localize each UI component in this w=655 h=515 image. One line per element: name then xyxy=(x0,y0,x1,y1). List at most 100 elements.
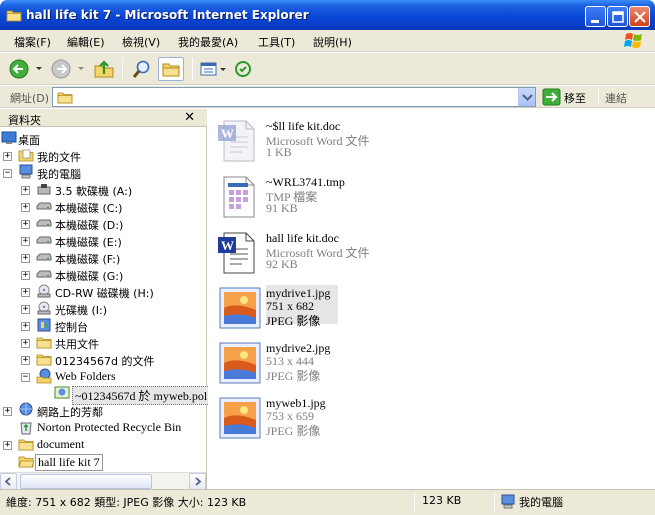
status-details: 維度: 751 x 682 類型: JPEG 影像 大小: 123 KB xyxy=(6,496,247,509)
forward-arrow-icon xyxy=(51,59,84,79)
address-input[interactable] xyxy=(52,87,536,107)
my-computer-icon xyxy=(501,494,515,509)
cd-drive-icon xyxy=(37,301,51,315)
tree-item-my-computer[interactable]: − 我的電腦 xyxy=(0,164,200,181)
sync-button[interactable] xyxy=(232,57,254,81)
jpeg-image-icon xyxy=(219,287,261,329)
links-button[interactable]: 連結 xyxy=(605,90,627,106)
expand-toggle[interactable]: + xyxy=(21,288,30,297)
collapse-toggle[interactable]: − xyxy=(3,169,12,178)
cd-drive-icon xyxy=(37,284,51,298)
folders-pane: 資料夾 ✕ 桌面 + 我的文件 − 我的電腦 + 3.5 軟碟機 (A:) + … xyxy=(0,109,211,490)
tree-item-my-documents[interactable]: + 我的文件 xyxy=(0,147,200,164)
menu-view[interactable]: 檢視(V) xyxy=(122,34,160,50)
file-item[interactable]: ~WRL3741.tmp TMP 檔案 91 KB xyxy=(216,173,476,229)
sync-icon xyxy=(235,61,251,77)
forward-button[interactable] xyxy=(50,57,86,81)
tree-label: 光碟機 (I:) xyxy=(55,304,108,317)
menu-file[interactable]: 檔案(F) xyxy=(14,34,51,50)
expand-toggle[interactable]: + xyxy=(3,407,12,416)
tree-item-user-documents[interactable]: + 01234567d 的文件 xyxy=(0,351,200,368)
tree-label: Web Folders xyxy=(55,369,116,383)
tmp-file-icon xyxy=(223,176,255,218)
tree-item-floppy-a[interactable]: + 3.5 軟碟機 (A:) xyxy=(0,181,200,198)
menu-favorites[interactable]: 我的最愛(A) xyxy=(178,34,238,50)
tree-item-shared-documents[interactable]: + 共用文件 xyxy=(0,334,200,351)
tree-item-desktop[interactable]: 桌面 xyxy=(0,130,200,147)
expand-toggle[interactable]: + xyxy=(3,441,12,450)
expand-toggle[interactable]: + xyxy=(21,322,30,331)
tree-item-local-disk-e[interactable]: + 本機磁碟 (E:) xyxy=(0,232,200,249)
scroll-right-button[interactable] xyxy=(189,473,206,490)
expand-toggle[interactable]: + xyxy=(21,220,30,229)
tree-label: 控制台 xyxy=(55,321,88,334)
title-bar[interactable]: hall life kit 7 - Microsoft Internet Exp… xyxy=(0,0,655,30)
tree-label: 本機磁碟 (E:) xyxy=(55,236,122,249)
file-size: 91 KB xyxy=(266,201,298,215)
tree-label: 01234567d 的文件 xyxy=(55,355,155,368)
tree-item-cd-i[interactable]: + 光碟機 (I:) xyxy=(0,300,200,317)
file-list-pane: W ~$ll life kit.doc Microsoft Word 文件 1 … xyxy=(208,109,655,489)
expand-toggle[interactable]: + xyxy=(21,254,30,263)
expand-toggle[interactable]: + xyxy=(21,203,30,212)
tree-item-local-disk-g[interactable]: + 本機磁碟 (G:) xyxy=(0,266,200,283)
tree-label: 我的電腦 xyxy=(37,168,81,181)
expand-toggle[interactable]: + xyxy=(21,186,30,195)
address-dropdown-button[interactable] xyxy=(518,88,535,106)
menu-bar: 檔案(F) 編輯(E) 檢視(V) 我的最愛(A) 工具(T) 說明(H) xyxy=(0,30,655,52)
status-size: 123 KB xyxy=(422,494,462,507)
folder-icon xyxy=(36,354,52,366)
hard-disk-icon xyxy=(36,219,52,227)
tree-item-hall-life-kit-7[interactable]: hall life kit 7 xyxy=(0,453,200,471)
up-folder-button[interactable] xyxy=(92,57,116,81)
tree-item-cdrw-h[interactable]: + CD-RW 磁碟機 (H:) xyxy=(0,283,200,300)
search-button[interactable] xyxy=(130,57,154,81)
menu-tools[interactable]: 工具(T) xyxy=(258,34,295,50)
expand-toggle[interactable]: + xyxy=(3,152,12,161)
collapse-toggle[interactable]: − xyxy=(21,373,30,382)
tree-item-recycle-bin[interactable]: Norton Protected Recycle Bin xyxy=(0,419,200,436)
menu-edit[interactable]: 編輯(E) xyxy=(67,34,105,50)
tree-item-local-disk-d[interactable]: + 本機磁碟 (D:) xyxy=(0,215,200,232)
tree-item-web-folders[interactable]: − Web Folders xyxy=(0,368,200,385)
maximize-button[interactable] xyxy=(607,6,628,27)
search-icon xyxy=(132,60,150,78)
recycle-bin-icon xyxy=(20,422,32,435)
folders-horizontal-scrollbar[interactable] xyxy=(0,472,206,490)
expand-toggle[interactable]: + xyxy=(21,356,30,365)
expand-toggle[interactable]: + xyxy=(21,271,30,280)
tree-item-control-panel[interactable]: + 控制台 xyxy=(0,317,200,334)
file-item[interactable]: W hall life kit.doc Microsoft Word 文件 92… xyxy=(216,229,476,285)
tree-item-web-folder-myweb[interactable]: ~01234567d 於 myweb.pol xyxy=(0,385,211,405)
expand-toggle[interactable]: + xyxy=(21,237,30,246)
scroll-thumb[interactable] xyxy=(20,474,152,489)
svg-text:W: W xyxy=(221,126,234,141)
tree-item-local-disk-c[interactable]: + 本機磁碟 (C:) xyxy=(0,198,200,215)
file-item-selected[interactable]: mydrive1.jpg 751 x 682 JPEG 影像 xyxy=(216,284,476,340)
minimize-button[interactable] xyxy=(585,6,606,27)
folders-button[interactable] xyxy=(158,57,184,81)
jpeg-image-icon xyxy=(219,342,261,384)
file-type: JPEG 影像 xyxy=(266,369,321,383)
tree-item-document[interactable]: + document xyxy=(0,436,200,453)
scroll-left-button[interactable] xyxy=(0,473,17,490)
back-button[interactable] xyxy=(8,57,44,81)
folders-pane-close-button[interactable]: ✕ xyxy=(184,110,195,125)
tree-item-network-places[interactable]: + 網路上的芳鄰 xyxy=(0,402,200,419)
tree-item-local-disk-f[interactable]: + 本機磁碟 (F:) xyxy=(0,249,200,266)
word-doc-icon: W xyxy=(218,232,255,274)
file-item[interactable]: mydrive2.jpg 513 x 444 JPEG 影像 xyxy=(216,339,476,395)
tree-label: 3.5 軟碟機 (A:) xyxy=(55,185,133,198)
status-bar: 維度: 751 x 682 類型: JPEG 影像 大小: 123 KB 123… xyxy=(0,489,655,515)
file-item[interactable]: W ~$ll life kit.doc Microsoft Word 文件 1 … xyxy=(216,117,476,173)
expand-toggle[interactable]: + xyxy=(21,339,30,348)
file-item[interactable]: myweb1.jpg 753 x 659 JPEG 影像 xyxy=(216,394,476,450)
views-button[interactable] xyxy=(198,57,228,81)
menu-help[interactable]: 說明(H) xyxy=(313,34,352,50)
back-arrow-icon xyxy=(9,59,42,79)
go-button[interactable]: 移至 xyxy=(542,88,586,106)
expand-toggle[interactable]: + xyxy=(21,305,30,314)
file-type: JPEG 影像 xyxy=(266,424,321,438)
close-button[interactable] xyxy=(629,6,650,27)
folder-icon xyxy=(36,337,52,349)
